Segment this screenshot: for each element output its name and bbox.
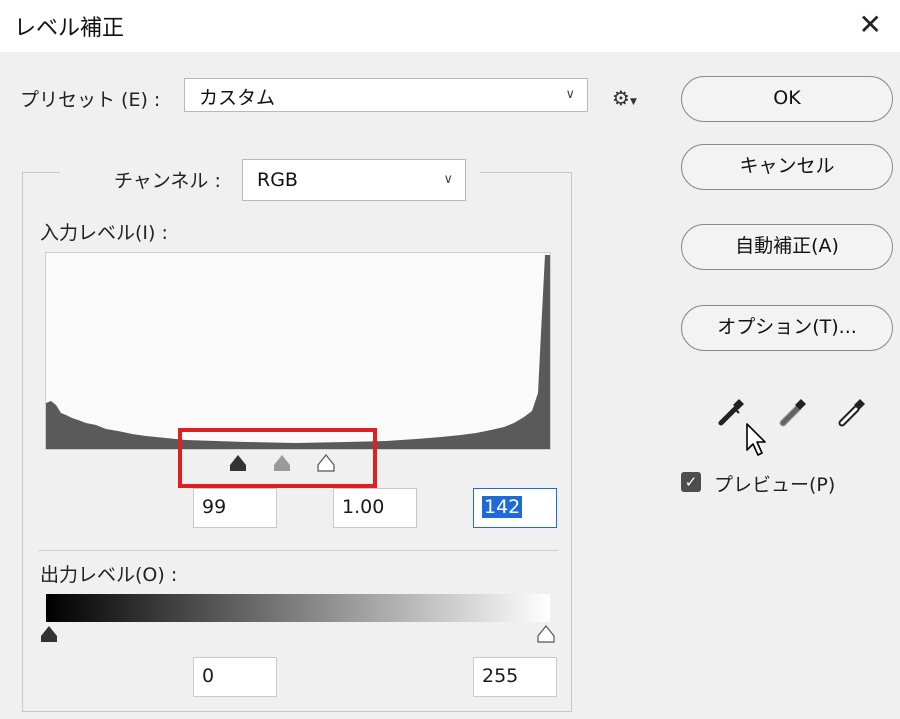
output-white-value: 255 xyxy=(482,665,519,687)
input-gamma-value: 1.00 xyxy=(342,496,385,518)
output-levels-label: 出力レベル(O) : xyxy=(40,564,178,586)
output-black-slider[interactable] xyxy=(39,624,59,648)
title-bar: レベル補正 ✕ xyxy=(0,0,900,52)
divider xyxy=(38,550,558,551)
input-black-field[interactable]: 99 xyxy=(193,488,277,528)
input-white-field[interactable]: 142 xyxy=(473,488,557,528)
preset-label: プリセット (E) : xyxy=(20,89,161,111)
cancel-button[interactable]: キャンセル xyxy=(681,144,893,190)
output-white-slider[interactable] xyxy=(536,624,556,648)
auto-correct-button[interactable]: 自動補正(A) xyxy=(681,224,893,270)
histogram xyxy=(45,252,551,450)
preset-value: カスタム xyxy=(199,87,276,109)
chevron-down-icon: ∨ xyxy=(443,172,453,187)
input-white-value: 142 xyxy=(482,496,523,518)
output-black-value: 0 xyxy=(202,665,215,687)
black-eyedropper-icon[interactable] xyxy=(715,393,749,433)
input-levels-label: 入力レベル(I) : xyxy=(40,222,168,244)
ok-button[interactable]: OK xyxy=(681,76,893,122)
mouse-cursor-icon xyxy=(745,422,769,462)
channel-label: チャンネル : xyxy=(114,170,221,192)
close-icon[interactable]: ✕ xyxy=(859,8,882,41)
output-white-field[interactable]: 255 xyxy=(473,657,557,697)
gray-eyedropper-icon[interactable] xyxy=(777,393,811,433)
preset-select[interactable]: カスタム ∨ xyxy=(184,78,588,112)
channel-value: RGB xyxy=(257,169,298,191)
gear-icon[interactable]: ⚙▼ xyxy=(612,86,637,110)
channel-select[interactable]: RGB ∨ xyxy=(242,159,466,201)
output-gradient-bar xyxy=(46,594,550,622)
preview-label: プレビュー(P) xyxy=(714,474,836,496)
output-black-field[interactable]: 0 xyxy=(193,657,277,697)
input-gamma-field[interactable]: 1.00 xyxy=(333,488,417,528)
input-white-slider[interactable] xyxy=(316,453,336,477)
dialog-title: レベル補正 xyxy=(14,16,125,41)
input-black-value: 99 xyxy=(202,496,227,518)
options-button[interactable]: オプション(T)... xyxy=(681,305,893,351)
chevron-down-icon: ∨ xyxy=(565,87,575,102)
input-gray-slider[interactable] xyxy=(272,453,292,477)
white-eyedropper-icon[interactable] xyxy=(836,393,870,433)
preview-checkbox[interactable]: ✓ xyxy=(681,472,701,492)
input-black-slider[interactable] xyxy=(228,453,248,477)
